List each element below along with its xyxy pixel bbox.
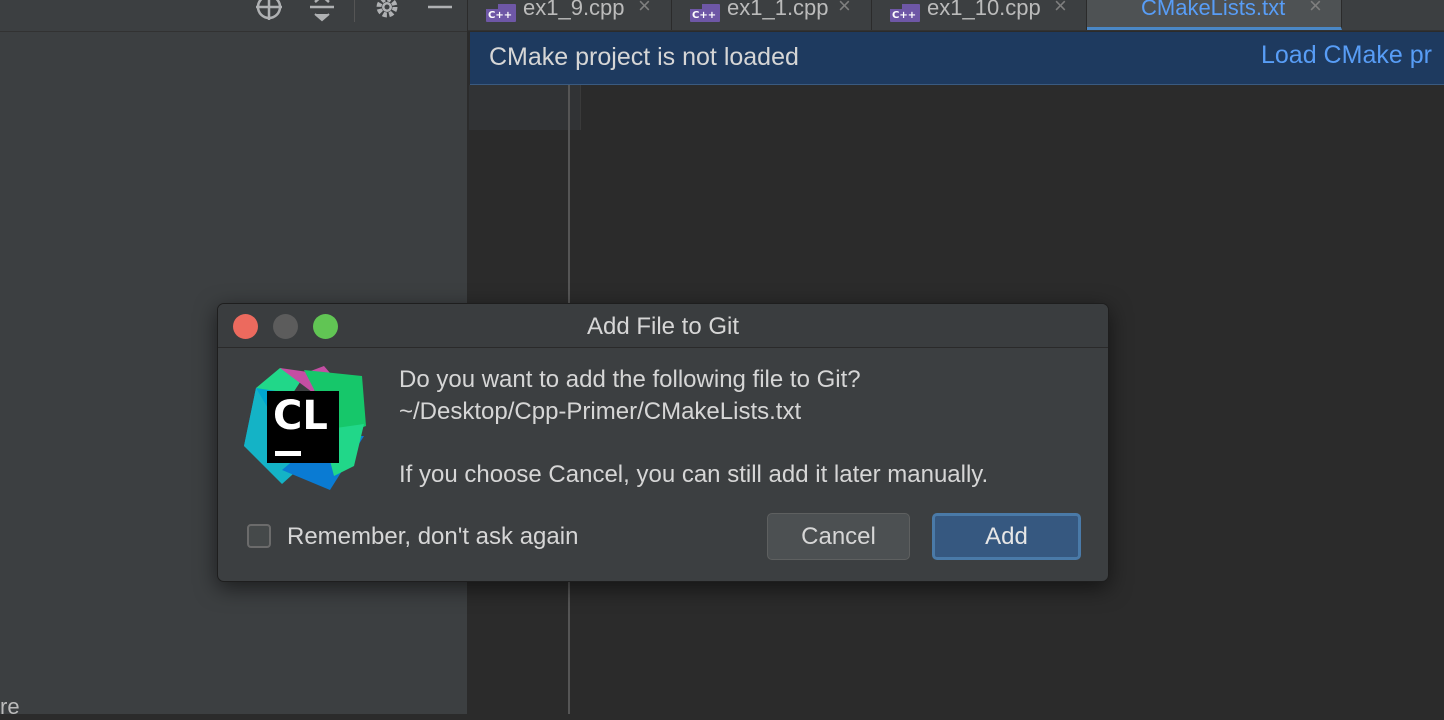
cancel-button[interactable]: Cancel xyxy=(767,513,910,560)
banner-message: CMake project is not loaded xyxy=(489,43,799,71)
dialog-titlebar: Add File to Git xyxy=(218,304,1108,348)
tab-label: CMakeLists.txt xyxy=(1141,0,1286,20)
collapse-all-icon[interactable] xyxy=(307,0,337,27)
tab-ex1-9[interactable]: C++ ex1_9.cpp × xyxy=(468,0,672,30)
remember-checkbox[interactable] xyxy=(247,524,271,548)
tab-label: ex1_10.cpp xyxy=(927,0,1041,20)
cpp-file-icon: C++ xyxy=(690,4,720,22)
editor-gutter xyxy=(469,85,580,130)
file-path-text: ~/Desktop/Cpp-Primer/CMakeLists.txt xyxy=(399,398,802,425)
tab-label: ex1_1.cpp xyxy=(727,0,829,20)
add-file-to-git-dialog: Add File to Git CL Do you want to add th… xyxy=(217,303,1109,582)
close-icon[interactable]: × xyxy=(1309,0,1322,19)
gear-icon[interactable] xyxy=(372,0,402,27)
tab-cmakelists[interactable]: CMakeLists.txt × xyxy=(1087,0,1342,30)
tab-ex1-10[interactable]: C++ ex1_10.cpp × xyxy=(872,0,1087,30)
hide-panel-icon[interactable] xyxy=(425,0,455,27)
gutter-divider-inner xyxy=(580,85,581,130)
remember-label[interactable]: Remember, don't ask again xyxy=(287,523,578,551)
sidebar-partial-text: re xyxy=(0,694,20,719)
tab-label: ex1_9.cpp xyxy=(523,0,625,20)
cpp-file-icon: C++ xyxy=(486,4,516,22)
editor-tab-bar: C++ ex1_9.cpp × C++ ex1_1.cpp × C++ ex1_… xyxy=(468,0,1444,31)
close-icon[interactable]: × xyxy=(638,0,651,19)
locate-icon[interactable] xyxy=(254,0,284,27)
close-icon[interactable]: × xyxy=(838,0,851,19)
add-button[interactable]: Add xyxy=(932,513,1081,560)
cpp-file-icon: C++ xyxy=(890,4,920,22)
sidebar-toolbar xyxy=(0,0,467,32)
toolbar-separator xyxy=(354,0,355,22)
question-text: Do you want to add the following file to… xyxy=(399,366,861,393)
dialog-title: Add File to Git xyxy=(586,313,740,340)
clion-logo-icon: CL xyxy=(244,366,366,490)
cancel-note-text: If you choose Cancel, you can still add … xyxy=(399,461,989,488)
load-cmake-link[interactable]: Load CMake pr xyxy=(1261,41,1432,70)
close-icon[interactable]: × xyxy=(1054,0,1067,19)
tab-ex1-1[interactable]: C++ ex1_1.cpp × xyxy=(672,0,872,30)
logo-text: CL xyxy=(273,393,328,439)
cmake-notification-banner: CMake project is not loaded Load CMake p… xyxy=(470,32,1444,85)
